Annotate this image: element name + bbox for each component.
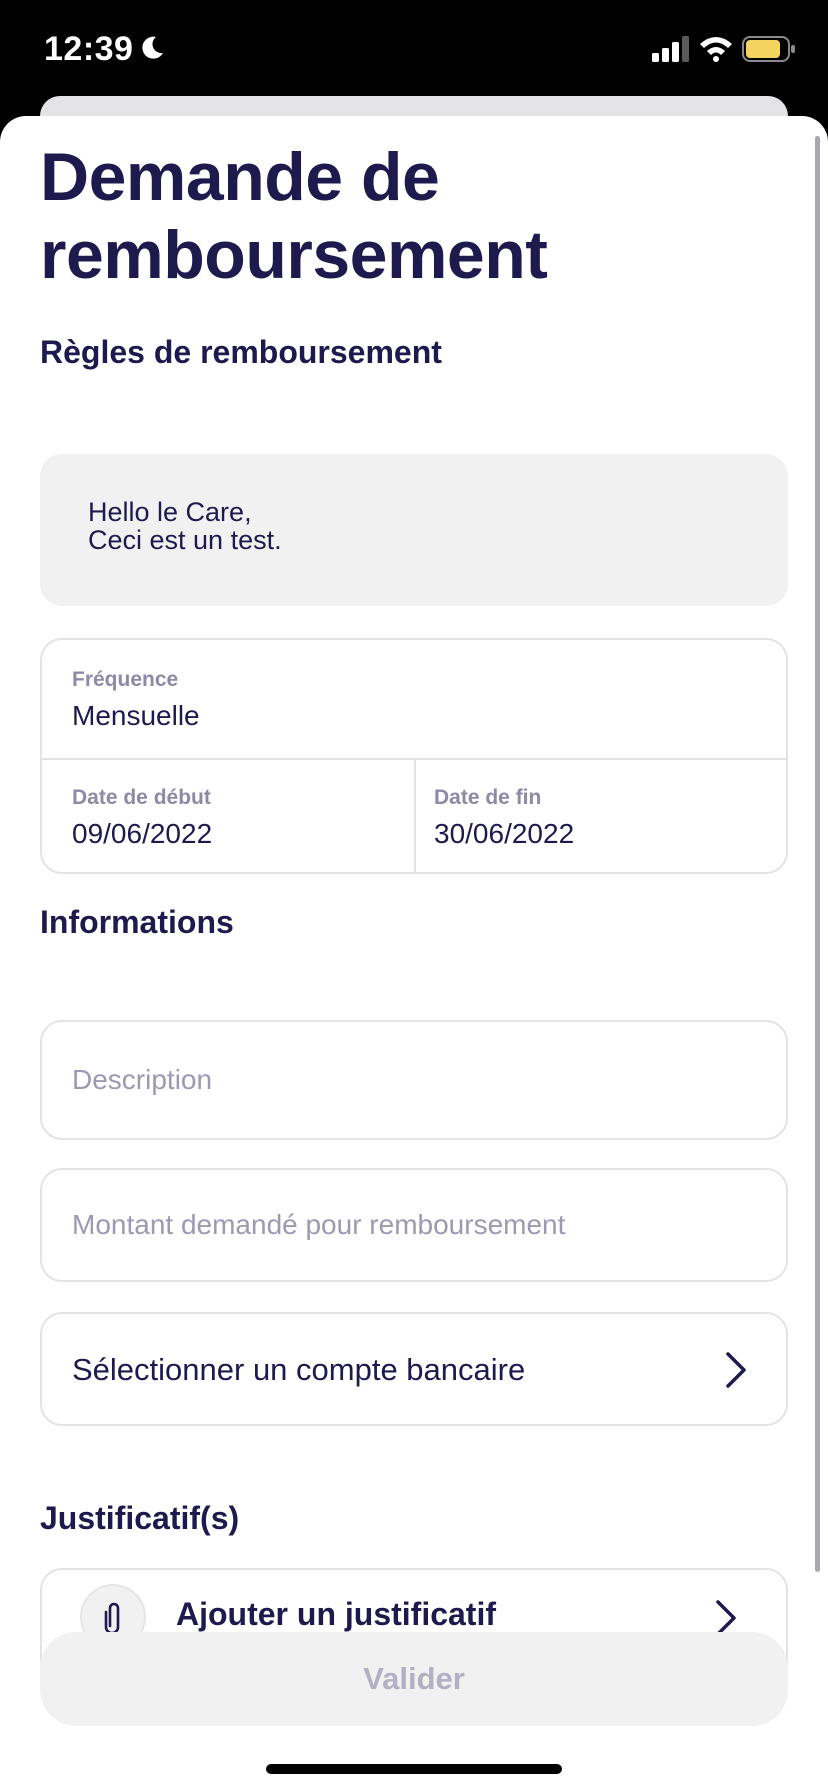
wifi-icon: [700, 37, 732, 62]
start-date-value: 09/06/2022: [72, 818, 213, 849]
reimbursement-sheet: Demande de remboursement Règles de rembo…: [0, 116, 828, 1792]
status-time: 12:39: [44, 30, 134, 68]
frequency-label: Fréquence: [72, 668, 179, 691]
moon-icon: [142, 36, 163, 59]
end-date-cell: Date de fin 30/06/2022: [404, 786, 574, 850]
add-attachment-label: Ajouter un justificatif: [176, 1596, 496, 1632]
frequency-value: Mensuelle: [72, 700, 200, 731]
signal-icon: [652, 36, 689, 62]
frequency-row: Fréquence Mensuelle: [42, 640, 786, 760]
informations-section-title: Informations: [40, 904, 234, 940]
rules-details-card: Fréquence Mensuelle Date de début 09/06/…: [40, 638, 788, 874]
page-title: Demande de remboursement: [40, 139, 548, 293]
battery-icon: [742, 36, 795, 62]
chevron-right-icon: [726, 1352, 746, 1388]
validate-button[interactable]: Valider: [40, 1632, 788, 1726]
amount-input[interactable]: [72, 1170, 752, 1280]
end-date-value: 30/06/2022: [434, 818, 575, 849]
frequency-cell: Fréquence Mensuelle: [42, 668, 200, 732]
paperclip-icon: [104, 1602, 120, 1635]
description-input[interactable]: [72, 1022, 752, 1138]
start-date-label: Date de début: [72, 786, 211, 809]
description-field[interactable]: [40, 1020, 788, 1140]
rules-message: Hello le Care, Ceci est un test.: [40, 454, 788, 606]
amount-field[interactable]: [40, 1168, 788, 1282]
bank-account-select[interactable]: Sélectionner un compte bancaire: [40, 1312, 788, 1426]
bank-account-select-label: Sélectionner un compte bancaire: [72, 1352, 526, 1387]
end-date-label: Date de fin: [434, 786, 542, 809]
status-bar: 12:39: [0, 0, 828, 110]
home-indicator: [266, 1764, 562, 1774]
start-date-cell: Date de début 09/06/2022: [42, 786, 212, 850]
rules-section-title: Règles de remboursement: [40, 334, 442, 370]
scrollbar[interactable]: [815, 136, 820, 1572]
justificatifs-section-title: Justificatif(s): [40, 1500, 240, 1536]
